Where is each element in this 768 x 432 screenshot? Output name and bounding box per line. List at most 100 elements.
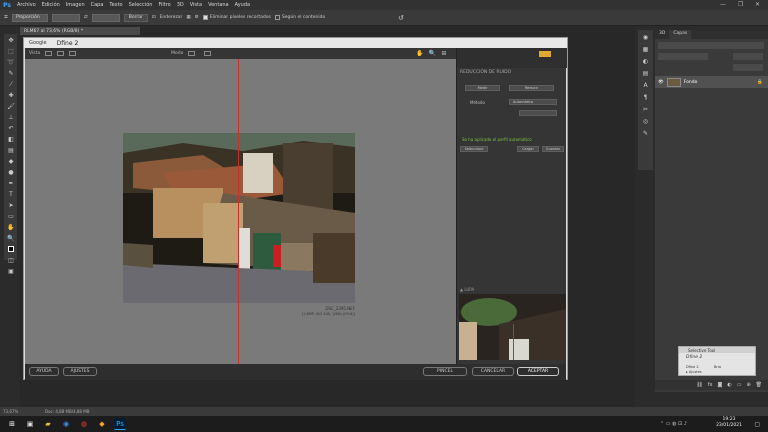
selective-product[interactable]: Dfine 2 xyxy=(686,355,702,360)
checkbox-icon[interactable] xyxy=(202,15,208,20)
measure-button[interactable]: Medir xyxy=(465,85,500,91)
brave-icon[interactable]: ◆ xyxy=(96,418,108,430)
zoom-icon[interactable]: 🔍 xyxy=(429,50,436,57)
marquee-tool-icon[interactable]: ⬚ xyxy=(5,46,17,56)
straighten-icon[interactable]: ⊡ xyxy=(152,15,156,20)
dodge-tool-icon[interactable]: ● xyxy=(5,167,17,177)
menu-archivo[interactable]: Archivo xyxy=(14,2,39,8)
grid-overlay-icon[interactable]: ▦ xyxy=(186,15,190,20)
method-options-button[interactable] xyxy=(519,110,557,116)
pen-tool-icon[interactable]: ✒ xyxy=(5,178,17,188)
mask-icon[interactable]: ◙ xyxy=(717,382,722,388)
menu-edicion[interactable]: Edición xyxy=(39,2,63,8)
healing-tool-icon[interactable]: ✚ xyxy=(5,90,17,100)
accept-button[interactable]: ACEPTAR xyxy=(517,367,559,376)
fill-field[interactable] xyxy=(733,64,763,71)
photoshop-taskbar-icon[interactable]: Ps xyxy=(114,418,126,430)
document-tab[interactable]: RLM67 al 73,6% (RGB/8) * xyxy=(20,27,140,35)
reset-icon[interactable]: ↺ xyxy=(398,14,404,22)
layer-row[interactable]: 👁 Fondo 🔒 xyxy=(655,76,768,88)
adjustment-layer-icon[interactable]: ◐ xyxy=(727,382,731,388)
lasso-tool-icon[interactable]: ➰ xyxy=(5,57,17,67)
quick-select-tool-icon[interactable]: ✎ xyxy=(5,68,17,78)
select-button[interactable]: Seleccione xyxy=(460,146,488,152)
menu-ayuda[interactable]: Ayuda xyxy=(232,2,253,8)
screen-mode-icon[interactable]: ▣ xyxy=(5,266,17,276)
split-divider-line[interactable] xyxy=(238,59,239,364)
visibility-eye-icon[interactable]: 👁 xyxy=(658,80,664,85)
chrome-icon[interactable]: ◍ xyxy=(78,418,90,430)
menu-texto[interactable]: Texto xyxy=(106,2,125,8)
crop-tool-icon[interactable]: ⌗ xyxy=(4,13,8,22)
clock[interactable]: 19:23 23/01/2021 xyxy=(716,417,742,429)
color-swatches-icon[interactable] xyxy=(5,244,17,254)
side-by-side-view-icon[interactable] xyxy=(69,51,77,56)
tab-3d[interactable]: 3D xyxy=(655,30,669,39)
type-tool-icon[interactable]: T xyxy=(5,189,17,199)
selective-tool-title[interactable]: Selective Tool xyxy=(679,347,755,353)
swatches-icon[interactable]: ▦ xyxy=(639,44,652,54)
crop-height-field[interactable] xyxy=(91,13,120,22)
help-button[interactable]: AYUDA xyxy=(29,367,59,376)
split-view-icon[interactable] xyxy=(57,51,65,56)
tab-layers[interactable]: Capas xyxy=(669,30,692,39)
new-layer-icon[interactable]: ⊕ xyxy=(746,382,750,388)
eraser-tool-icon[interactable]: ◧ xyxy=(5,134,17,144)
gradient-tool-icon[interactable]: ▤ xyxy=(5,145,17,155)
menu-vista[interactable]: Vista xyxy=(187,2,205,8)
straighten-label[interactable]: Enderezar xyxy=(160,15,183,20)
quick-mask-icon[interactable]: ◫ xyxy=(5,255,17,265)
stamp-tool-icon[interactable]: ⊥ xyxy=(5,112,17,122)
zoom-tool-icon[interactable]: 🔍 xyxy=(5,233,17,243)
brush-tool-icon[interactable]: 🖌 xyxy=(5,101,17,111)
blend-mode-select[interactable] xyxy=(658,53,708,60)
single-view-icon[interactable] xyxy=(45,51,53,56)
layer-filter-field[interactable] xyxy=(658,42,764,49)
trash-icon[interactable] xyxy=(204,51,212,56)
reduce-button[interactable]: Reducir xyxy=(509,85,554,91)
clear-button[interactable]: Borrar xyxy=(123,13,148,22)
opacity-field[interactable] xyxy=(733,53,763,60)
settings-button[interactable]: AJUSTES xyxy=(63,367,97,376)
adjustments-icon[interactable]: ▤ xyxy=(639,68,652,78)
windows-start-icon[interactable]: ⊞ xyxy=(6,418,18,430)
notifications-icon[interactable]: ▢ xyxy=(754,421,760,428)
blur-tool-icon[interactable]: ◆ xyxy=(5,156,17,166)
menu-3d[interactable]: 3D xyxy=(174,2,187,8)
menu-ventana[interactable]: Ventana xyxy=(205,2,232,8)
delete-cropped-checkbox[interactable]: Eliminar píxeles recortados xyxy=(202,15,271,20)
settings-gear-icon[interactable]: ⚙ xyxy=(195,15,199,20)
hand-tool-icon[interactable]: ✋ xyxy=(5,222,17,232)
tray-icons[interactable]: ⌃ ▭ ◍ ⊡ ♪ xyxy=(660,421,687,427)
loupe-label[interactable]: ▲ LUPA xyxy=(460,287,474,292)
zoom-fit-icon[interactable]: ⊞ xyxy=(441,50,446,57)
channels-icon[interactable]: ◎ xyxy=(639,116,652,126)
menu-capa[interactable]: Capa xyxy=(88,2,107,8)
group-icon[interactable]: ▭ xyxy=(737,382,742,388)
menu-filtro[interactable]: Filtro xyxy=(155,2,173,8)
shape-tool-icon[interactable]: ▭ xyxy=(5,211,17,221)
selective-item-1[interactable]: Dfine 2 xyxy=(686,365,699,369)
brush-settings-icon[interactable]: ✎ xyxy=(639,128,652,138)
content-aware-checkbox[interactable]: Según el contenido xyxy=(274,15,325,20)
close-icon[interactable]: ✕ xyxy=(755,1,760,8)
menu-seleccion[interactable]: Selección xyxy=(126,2,156,8)
link-icon[interactable]: ⛓ xyxy=(696,382,702,388)
character-icon[interactable]: A xyxy=(639,80,652,90)
preview-canvas[interactable]: DSC_2395.NEF [1,6MP, ISO 100, 1/60s (f/5… xyxy=(25,59,456,364)
history-brush-icon[interactable]: ↶ xyxy=(5,123,17,133)
method-select[interactable]: Automático xyxy=(509,99,557,105)
delete-layer-icon[interactable]: 🗑 xyxy=(756,382,762,388)
swap-icon[interactable]: ⇄ xyxy=(84,15,88,20)
minimize-icon[interactable]: — xyxy=(720,1,726,8)
crop-preset-select[interactable]: Proporción xyxy=(11,13,48,22)
tools-icon[interactable]: ✂ xyxy=(639,104,652,114)
brush-button[interactable]: PINCEL xyxy=(423,367,467,376)
checkbox-icon[interactable] xyxy=(274,15,280,20)
loupe-preview[interactable] xyxy=(459,294,566,360)
load-button[interactable]: Cargar xyxy=(517,146,539,152)
paragraph-icon[interactable]: ¶ xyxy=(639,92,652,102)
save-button[interactable]: Guardar xyxy=(542,146,564,152)
hand-icon[interactable]: ✋ xyxy=(416,50,423,57)
cancel-button[interactable]: CANCELAR xyxy=(472,367,514,376)
